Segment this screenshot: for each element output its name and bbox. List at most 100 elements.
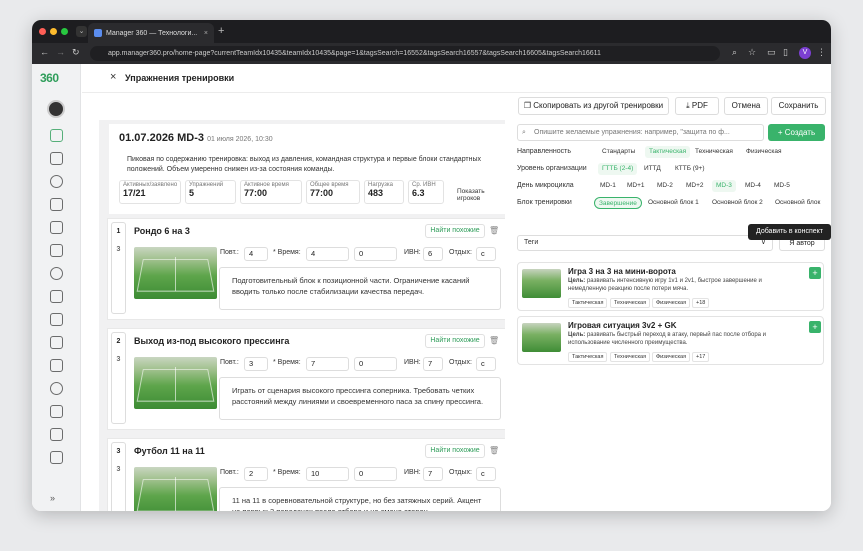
maximize-window-dot[interactable] <box>61 28 68 35</box>
rest-field[interactable]: с <box>476 247 496 261</box>
board-icon[interactable] <box>50 198 63 211</box>
rest-field[interactable]: с <box>476 467 496 481</box>
exercise-notes[interactable]: Играть от сценария высокого прессинга со… <box>219 377 501 420</box>
app-logo[interactable]: 360 <box>40 71 59 85</box>
find-similar-button[interactable]: Найти похожие <box>425 444 485 458</box>
copy-from-training-button[interactable]: ❐ Скопировать из другой тренировки <box>518 97 669 115</box>
library-search-input[interactable]: ⌕ Опишите желаемые упражнения: например,… <box>517 124 764 141</box>
chip-kttb[interactable]: КТТБ (9+) <box>671 163 709 175</box>
chip-md-2[interactable]: MD-2 <box>653 180 677 192</box>
tab-close-icon[interactable]: × <box>204 30 208 37</box>
exercise-number[interactable]: 2 3 <box>111 332 126 424</box>
ball-icon[interactable] <box>50 175 63 188</box>
time-minutes-field[interactable]: 4 <box>306 247 349 261</box>
network-icon[interactable] <box>50 359 63 372</box>
ivn-field[interactable]: 7 <box>423 467 443 481</box>
cancel-button[interactable]: Отмена <box>724 97 768 115</box>
play-icon[interactable] <box>50 382 63 395</box>
bookmark-star-icon[interactable]: ☆ <box>748 47 756 58</box>
chip-main-block-2[interactable]: Основной блок 2 <box>708 197 767 209</box>
calendar-icon[interactable] <box>50 152 63 165</box>
pdf-button[interactable]: ⤓ PDF <box>675 97 719 115</box>
rest-field[interactable]: с <box>476 357 496 371</box>
minimize-window-dot[interactable] <box>50 28 57 35</box>
document-icon[interactable] <box>50 428 63 441</box>
reps-field[interactable]: 3 <box>244 357 268 371</box>
chip-md-3[interactable]: MD-3 <box>712 180 736 192</box>
tags-placeholder: Теги <box>524 239 539 246</box>
exercise-notes[interactable]: 11 на 11 в соревновательной структуре, н… <box>219 487 501 511</box>
chip-main-block-1[interactable]: Основной блок 1 <box>644 197 703 209</box>
users-icon[interactable] <box>50 244 63 257</box>
add-to-plan-button[interactable]: + <box>809 267 821 279</box>
card-tag-more[interactable]: +17 <box>692 352 710 362</box>
reload-icon[interactable]: ↻ <box>72 47 80 58</box>
show-players-link[interactable]: Показать игроков <box>457 188 506 202</box>
library-exercise-card[interactable]: Игра 3 на 3 на мини-ворота Цель: развива… <box>517 262 824 311</box>
save-button[interactable]: Сохранить <box>771 97 826 115</box>
chip-md-1[interactable]: MD-1 <box>596 180 620 192</box>
chip-technical[interactable]: Техническая <box>691 146 737 158</box>
search-people-icon[interactable] <box>50 267 63 280</box>
add-to-plan-button[interactable]: + <box>809 321 821 333</box>
time-seconds-field[interactable]: 0 <box>354 247 397 261</box>
user-avatar[interactable] <box>47 100 65 118</box>
chip-md-4[interactable]: MD-4 <box>741 180 765 192</box>
link-icon[interactable] <box>50 405 63 418</box>
close-window-dot[interactable] <box>39 28 46 35</box>
back-icon[interactable]: ← <box>40 47 49 57</box>
home-icon[interactable] <box>50 129 63 142</box>
chip-md+2[interactable]: MD+2 <box>682 180 708 192</box>
collapse-sidebar-icon[interactable]: » <box>50 493 55 503</box>
chip-main-block[interactable]: Основной блок <box>771 197 824 209</box>
zoom-icon[interactable]: ⌕ <box>732 47 737 58</box>
filter-icon[interactable] <box>50 221 63 234</box>
exercise-number[interactable]: 1 3 <box>111 222 126 314</box>
close-icon[interactable]: × <box>110 71 116 83</box>
search-icon: ⌕ <box>522 129 526 136</box>
profile-avatar[interactable]: V <box>799 47 811 59</box>
time-minutes-field[interactable]: 10 <box>306 467 349 481</box>
find-similar-button[interactable]: Найти похожие <box>425 334 485 348</box>
reps-field[interactable]: 4 <box>244 247 268 261</box>
chip-md+1[interactable]: MD+1 <box>623 180 649 192</box>
chip-gttb[interactable]: ГТТБ (2-4) <box>598 163 638 175</box>
url-field[interactable]: app.manager360.pro/home-page?currentTeam… <box>90 46 720 61</box>
find-similar-button[interactable]: Найти похожие <box>425 224 485 238</box>
trash-icon[interactable]: 🗑 <box>489 446 499 455</box>
card-tag-more[interactable]: +18 <box>692 298 710 308</box>
chip-tactical[interactable]: Тактическая <box>645 146 691 158</box>
ivn-field[interactable]: 6 <box>423 247 443 261</box>
trash-icon[interactable]: 🗑 <box>489 336 499 345</box>
sidebar-toggle-icon[interactable]: ▯ <box>783 47 788 58</box>
chip-md-5[interactable]: MD-5 <box>770 180 794 192</box>
time-seconds-field[interactable]: 0 <box>354 467 397 481</box>
browser-tab[interactable]: Manager 360 — Технологи... × <box>88 23 214 43</box>
create-exercise-button[interactable]: + Создать <box>768 124 825 141</box>
time-seconds-field[interactable]: 0 <box>354 357 397 371</box>
time-minutes-field[interactable]: 7 <box>306 357 349 371</box>
ivn-field[interactable]: 7 <box>423 357 443 371</box>
exercise-card: 3 3 Футбол 11 на 11 Найти похожие 🗑 Повт… <box>107 438 506 511</box>
forward-icon[interactable]: → <box>56 47 65 57</box>
exercise-number[interactable]: 3 3 <box>111 442 126 511</box>
chip-standards[interactable]: Стандарты <box>598 146 639 158</box>
chip-finishing[interactable]: Завершение <box>594 197 642 209</box>
rest-label: Отдых: <box>449 359 472 366</box>
new-tab-button[interactable]: + <box>218 25 224 37</box>
exercise-notes[interactable]: Подготовительный блок к позиционной част… <box>219 267 501 310</box>
library-exercise-card[interactable]: Игровая ситуация 3v2 + GK Цель: развиват… <box>517 316 824 365</box>
reps-field[interactable]: 2 <box>244 467 268 481</box>
extensions-icon[interactable]: ▭ <box>767 47 776 58</box>
exercise-thumbnail <box>134 467 217 511</box>
tab-list-icon[interactable]: ⌄ <box>76 26 87 37</box>
calendar-grid-icon[interactable] <box>50 451 63 464</box>
tags-select[interactable]: Теги ∨ <box>517 235 773 251</box>
trash-icon[interactable]: 🗑 <box>489 226 499 235</box>
chip-physical[interactable]: Физическая <box>742 146 786 158</box>
bag-icon[interactable] <box>50 336 63 349</box>
chip-ittd[interactable]: ИТТД <box>640 163 665 175</box>
report-icon[interactable] <box>50 290 63 303</box>
browser-menu-icon[interactable]: ⋮ <box>817 47 826 58</box>
pen-icon[interactable] <box>50 313 63 326</box>
